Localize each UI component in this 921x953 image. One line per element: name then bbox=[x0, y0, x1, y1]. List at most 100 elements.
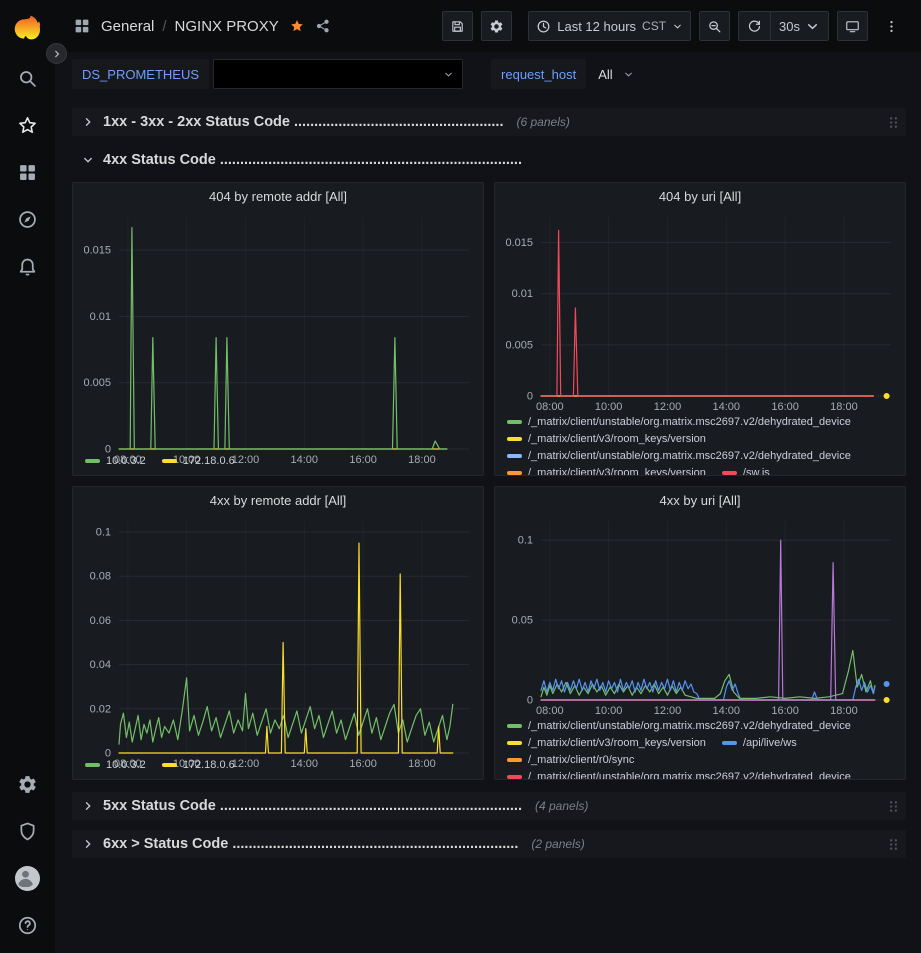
legend-item[interactable]: /sw.js bbox=[722, 466, 770, 475]
panel-title[interactable]: 404 by uri [All] bbox=[495, 183, 905, 209]
sidebar-item-help[interactable] bbox=[0, 902, 55, 949]
svg-text:0.015: 0.015 bbox=[83, 245, 111, 257]
legend-item[interactable]: /_matrix/client/v3/room_keys/version bbox=[507, 466, 706, 475]
row-header-5xx[interactable]: 5xx Status Code ........................… bbox=[72, 792, 906, 820]
chevron-right-icon bbox=[82, 838, 94, 850]
time-series-chart[interactable]: 08:0010:0012:0014:0016:0018:0000.0050.01… bbox=[73, 209, 483, 452]
caret-down-icon bbox=[805, 19, 820, 34]
panel-title[interactable]: 4xx by uri [All] bbox=[495, 487, 905, 513]
svg-text:10:00: 10:00 bbox=[595, 705, 623, 717]
caret-down-icon bbox=[443, 69, 454, 80]
share-icon[interactable] bbox=[315, 18, 331, 34]
favorite-star-icon[interactable] bbox=[289, 18, 305, 34]
refresh-button[interactable] bbox=[739, 12, 770, 40]
panel-legend: /_matrix/client/unstable/org.matrix.msc2… bbox=[495, 413, 905, 475]
svg-text:0.06: 0.06 bbox=[90, 615, 111, 627]
star-icon bbox=[17, 115, 38, 136]
sidebar-item-search[interactable] bbox=[0, 55, 55, 102]
breadcrumb-dashboard-title[interactable]: NGINX PROXY bbox=[175, 18, 279, 35]
save-icon bbox=[450, 19, 465, 34]
svg-text:12:00: 12:00 bbox=[654, 401, 682, 413]
time-range-picker[interactable]: Last 12 hours CST bbox=[528, 11, 691, 41]
row-header-4xx[interactable]: 4xx Status Code ........................… bbox=[72, 146, 906, 174]
sidebar-item-configuration[interactable] bbox=[0, 761, 55, 808]
refresh-button-group: 30s bbox=[738, 11, 829, 41]
drag-handle-icon[interactable] bbox=[887, 799, 900, 814]
tv-kiosk-button[interactable] bbox=[837, 11, 868, 41]
chevron-right-icon bbox=[82, 116, 94, 128]
time-series-chart[interactable]: 08:0010:0012:0014:0016:0018:0000.020.040… bbox=[73, 513, 483, 756]
legend-label: /api/live/ws bbox=[743, 737, 797, 749]
svg-text:18:00: 18:00 bbox=[830, 401, 858, 413]
sidebar-item-dashboards[interactable] bbox=[0, 149, 55, 196]
legend-label: /_matrix/client/r0/sync bbox=[528, 754, 634, 766]
clock-icon bbox=[536, 19, 551, 34]
time-series-chart[interactable]: 08:0010:0012:0014:0016:0018:0000.0050.01… bbox=[495, 209, 905, 413]
chevron-right-icon bbox=[82, 800, 94, 812]
legend-label: 172.18.0.6 bbox=[183, 455, 235, 467]
legend-item[interactable]: /_matrix/client/r0/sync bbox=[507, 753, 634, 767]
variable-value-request-host[interactable]: All bbox=[590, 59, 641, 89]
variable-value-datasource[interactable] bbox=[213, 59, 463, 89]
sidebar-item-alerting[interactable] bbox=[0, 243, 55, 290]
breadcrumb: General / NGINX PROXY bbox=[101, 18, 279, 35]
legend-item[interactable]: /_matrix/client/v3/room_keys/version bbox=[507, 736, 706, 750]
more-options-button[interactable] bbox=[876, 11, 907, 41]
time-series-chart[interactable]: 08:0010:0012:0014:0016:0018:0000.050.1 bbox=[495, 513, 905, 717]
panel-4xx-by-remote-addr: 4xx by remote addr [All] 08:0010:0012:00… bbox=[72, 486, 484, 780]
caret-down-icon bbox=[623, 69, 634, 80]
row-header-1xx-3xx-2xx[interactable]: 1xx - 3xx - 2xx Status Code ............… bbox=[72, 108, 906, 136]
legend-item[interactable]: 172.18.0.6 bbox=[162, 454, 235, 468]
sidebar-item-explore[interactable] bbox=[0, 196, 55, 243]
drag-handle-icon[interactable] bbox=[887, 837, 900, 852]
legend-label: /_matrix/client/unstable/org.matrix.msc2… bbox=[528, 416, 851, 428]
svg-text:0.01: 0.01 bbox=[90, 311, 111, 323]
breadcrumb-folder[interactable]: General bbox=[101, 18, 154, 35]
timezone-label: CST bbox=[642, 19, 666, 33]
legend-label: /sw.js bbox=[743, 467, 770, 475]
legend-item[interactable]: 10.0.3.2 bbox=[85, 454, 146, 468]
legend-item[interactable]: /_matrix/client/v3/room_keys/version bbox=[507, 432, 706, 446]
svg-text:0.015: 0.015 bbox=[505, 237, 533, 249]
panel-4xx-by-uri: 4xx by uri [All] 08:0010:0012:0014:0016:… bbox=[494, 486, 906, 780]
compass-icon bbox=[17, 209, 38, 230]
row-title: 4xx Status Code ........................… bbox=[103, 152, 522, 168]
panel-legend: 10.0.3.2 172.18.0.6 bbox=[73, 756, 483, 779]
panel-title-text: 4xx by uri [All] bbox=[660, 493, 741, 508]
svg-text:0.01: 0.01 bbox=[512, 288, 533, 300]
sidebar-item-starred[interactable] bbox=[0, 102, 55, 149]
sidebar-item-profile[interactable] bbox=[0, 855, 55, 902]
legend-item[interactable]: /_matrix/client/unstable/org.matrix.msc2… bbox=[507, 719, 851, 733]
bell-icon bbox=[17, 256, 38, 277]
legend-item[interactable]: 10.0.3.2 bbox=[85, 758, 146, 772]
panel-404-by-remote-addr: 404 by remote addr [All] 08:0010:0012:00… bbox=[72, 182, 484, 476]
dashboards-grid-icon bbox=[17, 162, 38, 183]
panel-title[interactable]: 404 by remote addr [All] bbox=[73, 183, 483, 209]
legend-item[interactable]: /_matrix/client/unstable/org.matrix.msc2… bbox=[507, 415, 851, 429]
svg-text:0.005: 0.005 bbox=[505, 339, 533, 351]
svg-text:0.1: 0.1 bbox=[518, 535, 533, 547]
sidebar-item-server-admin[interactable] bbox=[0, 808, 55, 855]
drag-handle-icon[interactable] bbox=[887, 115, 900, 130]
row-header-6xx[interactable]: 6xx > Status Code ......................… bbox=[72, 830, 906, 858]
legend-item[interactable]: /_matrix/client/unstable/org.matrix.msc2… bbox=[507, 770, 851, 779]
legend-label: 10.0.3.2 bbox=[106, 455, 146, 467]
gear-icon bbox=[17, 774, 38, 795]
panel-legend: /_matrix/client/unstable/org.matrix.msc2… bbox=[495, 717, 905, 779]
svg-text:14:00: 14:00 bbox=[713, 705, 741, 717]
panel-title[interactable]: 4xx by remote addr [All] bbox=[73, 487, 483, 513]
sidebar-expand-button[interactable] bbox=[46, 43, 67, 64]
refresh-interval-dropdown[interactable]: 30s bbox=[770, 12, 828, 40]
legend-item[interactable]: /api/live/ws bbox=[722, 736, 797, 750]
legend-item[interactable]: /_matrix/client/unstable/org.matrix.msc2… bbox=[507, 449, 851, 463]
variable-selected-value: All bbox=[598, 67, 612, 82]
dashboard-settings-button[interactable] bbox=[481, 11, 512, 41]
svg-text:0: 0 bbox=[527, 695, 533, 707]
zoom-out-time-button[interactable] bbox=[699, 11, 730, 41]
save-dashboard-button[interactable] bbox=[442, 11, 473, 41]
legend-item[interactable]: 172.18.0.6 bbox=[162, 758, 235, 772]
redacted-value bbox=[222, 63, 433, 85]
svg-text:0.005: 0.005 bbox=[83, 377, 111, 389]
caret-down-icon bbox=[672, 21, 683, 32]
refresh-interval-label: 30s bbox=[779, 19, 800, 34]
